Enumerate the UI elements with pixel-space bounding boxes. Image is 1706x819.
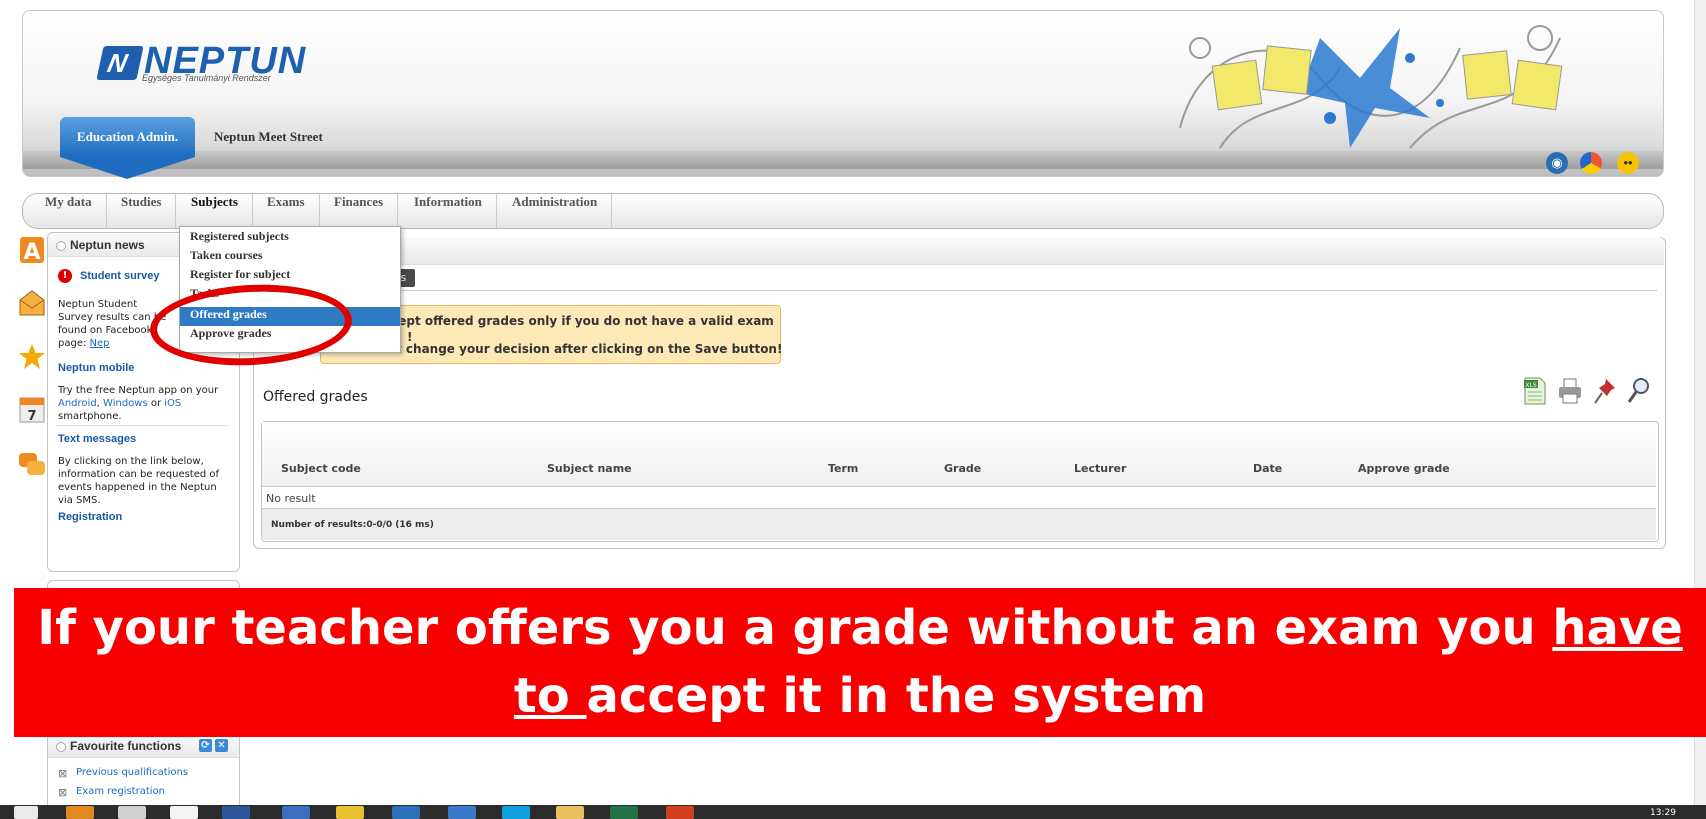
neptun-mobile-title: Neptun mobile [58,362,135,374]
menu-register-for-subject[interactable]: Register for subject [180,267,400,286]
column-approve-grade[interactable]: Approve grade [1358,462,1450,475]
chat-icon[interactable] [18,450,46,480]
svg-text:XLS: XLS [1525,382,1536,389]
file-explorer-icon[interactable] [556,806,584,819]
excel-icon[interactable] [610,806,638,819]
offered-grades-title: Offered grades [263,389,368,405]
calendar-icon[interactable]: 7 [18,395,46,425]
neptun-mobile-text: Try the free Neptun app on your Android, … [58,385,219,422]
results-count: Number of results:0-0/0 (16 ms) [271,520,434,530]
student-survey-title[interactable]: Student survey [80,270,159,282]
table-footer [262,508,1656,540]
menu-administration[interactable]: Administration [498,194,613,228]
globe-icon[interactable]: ◉ [1546,152,1568,174]
menu-my-data[interactable]: My data [31,194,107,228]
taskbar-clock[interactable]: 13:29 [1650,808,1676,818]
close-icon[interactable]: ✕ [215,739,228,752]
table-header [262,422,1656,487]
instruction-banner: If your teacher offers you a grade witho… [14,588,1706,737]
alert-icon: ! [58,269,72,283]
taskbar-app-icon[interactable] [118,806,146,819]
main-panel-titlebar [253,237,1664,265]
favourites-star-icon[interactable] [18,342,46,372]
color-scheme-icon[interactable] [1580,152,1602,174]
skype-icon[interactable] [502,806,530,819]
menu-subjects[interactable]: Subjects [177,194,253,228]
taskbar-app-icon[interactable] [392,806,420,819]
favourite-exam-registration[interactable]: Exam registration [58,786,165,799]
os-taskbar [0,805,1706,819]
ios-link[interactable]: iOS [164,398,181,409]
pin-icon[interactable] [1592,376,1618,406]
column-subject-code[interactable]: Subject code [281,462,361,475]
menu-taken-courses[interactable]: Taken courses [180,248,400,267]
column-date[interactable]: Date [1253,462,1282,475]
no-result-row: No result [266,492,316,505]
meet-street-link[interactable]: Neptun Meet Street [214,129,323,145]
refresh-icon[interactable]: ⟳ [199,739,212,752]
svg-text:7: 7 [27,409,36,424]
neptun-logo-icon[interactable]: N [96,46,144,80]
taskbar-app-icon[interactable] [448,806,476,819]
favourite-functions-panel: Favourite functions ⟳ ✕ Previous qualifi… [47,733,240,815]
education-admin-tab[interactable]: Education Admin. [60,117,195,157]
logo-subtitle: Egységes Tanulmányi Rendszer [142,73,271,83]
column-subject-name[interactable]: Subject name [547,462,632,475]
font-size-icon[interactable]: A [18,235,46,265]
windows-link[interactable]: Windows [103,398,148,409]
menu-studies[interactable]: Studies [107,194,177,228]
menu-exams[interactable]: Exams [253,194,320,228]
main-menu: My data Studies Subjects Exams Finances … [22,193,1664,229]
education-admin-tab-arrow [60,157,195,179]
android-link[interactable]: Android [58,398,97,409]
windows-start-icon[interactable] [14,806,38,819]
excel-export-icon[interactable]: XLS [1522,376,1548,406]
messages-icon[interactable] [18,288,46,318]
column-lecturer[interactable]: Lecturer [1074,462,1126,475]
taskbar-app-icon[interactable] [170,806,198,819]
text-messages-text: By clicking on the link below, informati… [58,456,220,506]
taskbar-app-icon[interactable] [282,806,310,819]
print-icon[interactable] [1557,376,1583,406]
column-term[interactable]: Term [828,462,858,475]
facebook-link[interactable]: Nep [90,338,110,349]
column-grade[interactable]: Grade [944,462,981,475]
menu-registered-subjects[interactable]: Registered subjects [180,229,400,248]
tab-underline [262,290,1657,291]
warning-line-3: t change your decision after clicking on… [396,342,783,356]
sms-registration-link[interactable]: Registration [58,511,122,523]
word-icon[interactable] [222,806,250,819]
warning-line-1: ccept offered grades only if you do not … [384,314,774,328]
menu-information[interactable]: Information [400,194,497,228]
taskbar-app-icon[interactable] [66,806,94,819]
powerpoint-icon[interactable] [666,806,694,819]
favourite-previous-qualifications[interactable]: Previous qualifications [58,767,188,780]
accessibility-icon[interactable]: •• [1617,152,1639,174]
search-icon[interactable] [1626,376,1652,406]
chrome-icon[interactable] [336,806,364,819]
menu-finances[interactable]: Finances [320,194,399,228]
header-decoration [1179,25,1563,149]
text-messages-title: Text messages [58,433,137,445]
svg-text:A: A [23,240,40,265]
